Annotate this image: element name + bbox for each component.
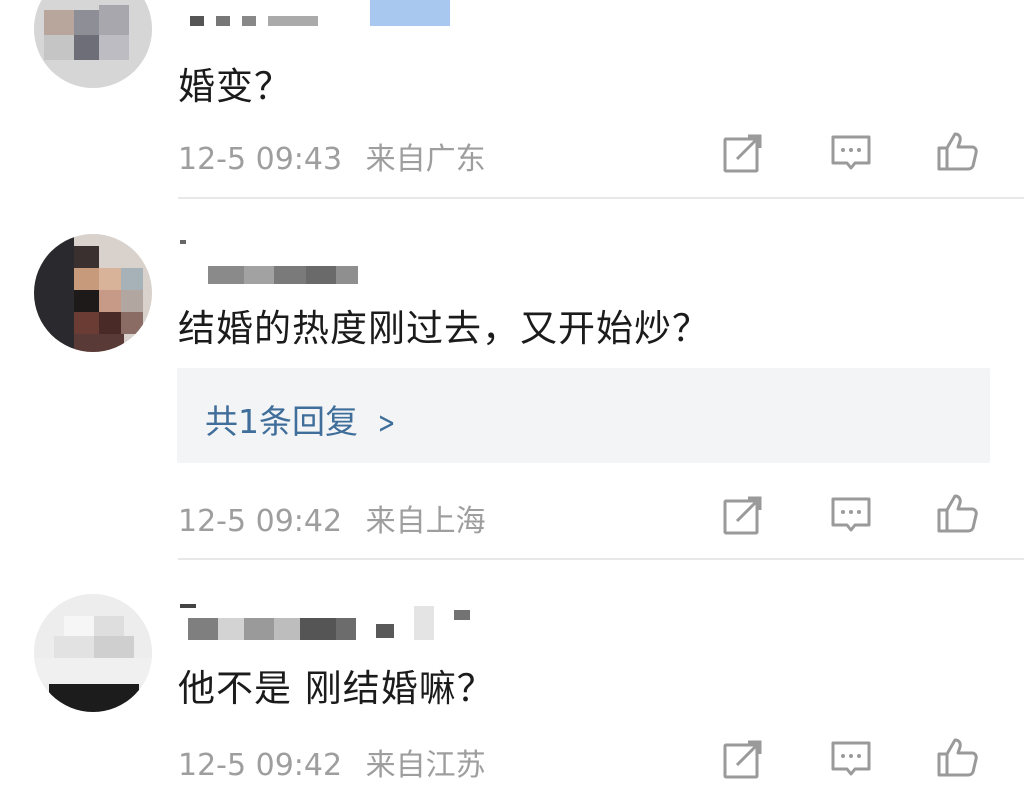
comment-timestamp: 12-5 09:42 <box>178 748 343 783</box>
username-redacted[interactable] <box>180 240 360 284</box>
chevron-right-icon: > <box>377 406 396 441</box>
replies-panel[interactable]: 共1条回复 > <box>177 368 990 463</box>
comment-icon[interactable] <box>830 494 872 536</box>
divider <box>178 197 1024 199</box>
username-redacted[interactable] <box>180 0 450 28</box>
username-redacted[interactable] <box>180 604 480 640</box>
comment-text: 他不是 刚结婚嘛？ <box>178 667 495 710</box>
replies-count-label: 共1条回复 <box>205 402 358 441</box>
share-icon[interactable] <box>722 738 764 780</box>
comment-icon[interactable] <box>830 132 872 174</box>
comment-timestamp: 12-5 09:43 <box>178 142 343 177</box>
comment-text: 结婚的热度刚过去，又开始炒？ <box>178 307 710 350</box>
comment-meta: 12-5 09:42 来自江苏 <box>178 740 486 784</box>
avatar[interactable] <box>34 594 152 712</box>
like-icon[interactable] <box>936 736 978 778</box>
comment-location: 来自广东 <box>365 142 486 177</box>
like-icon[interactable] <box>936 130 978 172</box>
comment-item: 结婚的热度刚过去，又开始炒？ 共1条回复 > 12-5 09:42 来自上海 <box>0 200 1024 560</box>
comment-meta: 12-5 09:42 来自上海 <box>178 496 486 540</box>
view-replies-link[interactable]: 共1条回复 > <box>205 395 399 443</box>
share-icon[interactable] <box>722 132 764 174</box>
comment-timestamp: 12-5 09:42 <box>178 504 343 539</box>
comment-icon[interactable] <box>830 738 872 780</box>
avatar[interactable] <box>34 234 152 352</box>
comment-location: 来自江苏 <box>365 748 486 783</box>
comment-text: 婚变？ <box>178 65 292 108</box>
comment-item: 他不是 刚结婚嘛？ 12-5 09:42 来自江苏 <box>0 560 1024 805</box>
like-icon[interactable] <box>936 492 978 534</box>
comment-list: 婚变？ 12-5 09:43 来自广东 结婚的热度刚过去，又开始炒？ 共1条回复… <box>0 0 1024 805</box>
comment-item: 婚变？ 12-5 09:43 来自广东 <box>0 0 1024 200</box>
share-icon[interactable] <box>722 494 764 536</box>
comment-location: 来自上海 <box>365 504 486 539</box>
avatar[interactable] <box>34 0 152 88</box>
comment-meta: 12-5 09:43 来自广东 <box>178 134 486 178</box>
